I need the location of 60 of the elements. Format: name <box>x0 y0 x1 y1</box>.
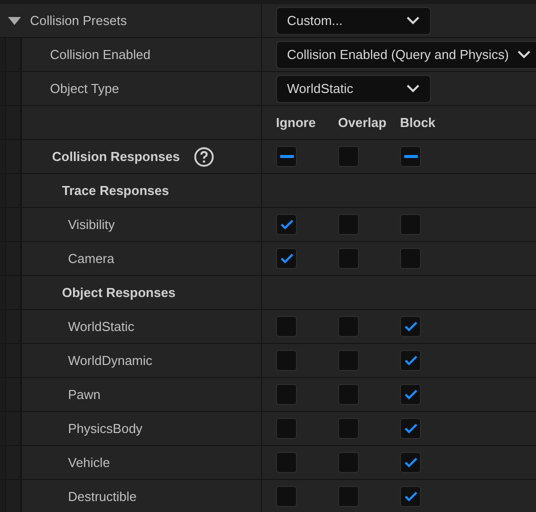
check-icon <box>280 253 294 264</box>
checkbox[interactable] <box>400 146 421 167</box>
checkbox[interactable] <box>276 316 297 337</box>
dropdown[interactable]: Collision Enabled (Query and Physics) <box>276 40 536 68</box>
dash-icon <box>280 155 294 158</box>
check-icon <box>404 389 418 400</box>
group-label: Object Responses <box>62 284 176 302</box>
check-icon <box>280 219 294 230</box>
checkbox[interactable] <box>338 384 359 405</box>
chevron-down-icon <box>406 84 420 93</box>
checkbox[interactable] <box>276 214 297 235</box>
checkbox[interactable] <box>338 248 359 269</box>
checkbox[interactable] <box>276 384 297 405</box>
checkbox[interactable] <box>338 146 359 167</box>
checkbox[interactable] <box>276 418 297 439</box>
channel-label: Destructible <box>68 488 137 506</box>
checkbox[interactable] <box>400 248 421 269</box>
channel-label: Visibility <box>68 216 115 234</box>
column-header: Overlap <box>338 114 386 132</box>
dash-icon <box>404 155 418 158</box>
channel-label: Vehicle <box>68 454 110 472</box>
dropdown[interactable]: WorldStatic <box>276 74 431 102</box>
checkbox[interactable] <box>400 418 421 439</box>
column-header: Ignore <box>276 114 316 132</box>
checkbox[interactable] <box>338 316 359 337</box>
checkbox[interactable] <box>400 316 421 337</box>
chevron-down-icon <box>517 50 531 59</box>
column-header: Block <box>400 114 436 132</box>
chevron-down-icon <box>406 16 420 25</box>
property-label: Collision Enabled <box>50 46 150 64</box>
check-icon <box>404 491 418 502</box>
section-label: Collision Responses <box>52 148 180 166</box>
channel-label: PhysicsBody <box>68 420 142 438</box>
checkbox[interactable] <box>338 452 359 473</box>
checkbox[interactable] <box>338 418 359 439</box>
checkbox[interactable] <box>338 486 359 507</box>
checkbox[interactable] <box>400 486 421 507</box>
checkbox[interactable] <box>400 384 421 405</box>
channel-label: WorldDynamic <box>68 352 152 370</box>
check-icon <box>404 423 418 434</box>
property-label: Object Type <box>50 80 120 98</box>
channel-label: WorldStatic <box>68 318 134 336</box>
checkbox[interactable] <box>276 452 297 473</box>
check-icon <box>404 321 418 332</box>
checkbox[interactable] <box>338 214 359 235</box>
checkbox[interactable] <box>400 214 421 235</box>
checkbox[interactable] <box>276 248 297 269</box>
checkbox[interactable] <box>276 486 297 507</box>
checkbox[interactable] <box>276 350 297 371</box>
checkbox[interactable] <box>338 350 359 371</box>
checkbox[interactable] <box>400 350 421 371</box>
property-label: Collision Presets <box>30 12 127 30</box>
check-icon <box>404 457 418 468</box>
channel-label: Camera <box>68 250 114 268</box>
channel-label: Pawn <box>68 386 101 404</box>
group-label: Trace Responses <box>62 182 169 200</box>
checkbox[interactable] <box>276 146 297 167</box>
dropdown[interactable]: Custom... <box>276 6 431 34</box>
checkbox[interactable] <box>400 452 421 473</box>
check-icon <box>404 355 418 366</box>
